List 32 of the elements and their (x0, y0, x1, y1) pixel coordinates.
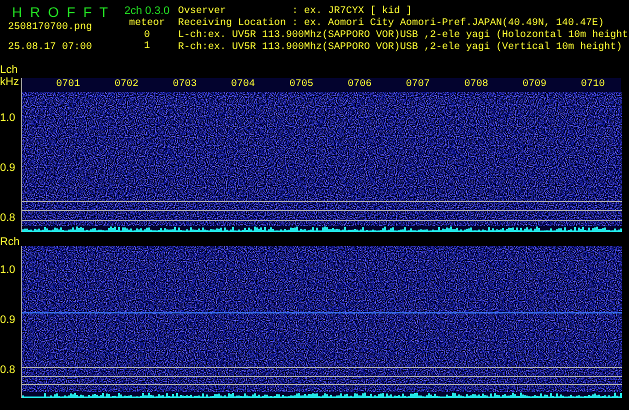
meteor-count: 0 (144, 30, 150, 41)
channel-info: L-ch:ex. UV5R 113.900Mhz(SAPPORO VOR)USB ,2-ele yagi (Holozontal 10m height (178, 30, 629, 42)
channel-label: Rch (0, 236, 21, 248)
time-label: 0708 (463, 78, 490, 92)
axis-tick-label: 1.0 (0, 112, 16, 124)
timestamp: 25.08.17 07:00 (7, 42, 92, 54)
version-label: 2ch 0.3.0 (124, 4, 170, 18)
app-title: H R O F F T (11, 4, 110, 20)
file-name: 2508170700.png (7, 22, 92, 34)
meteor-count: 1 (144, 41, 150, 52)
meteor-label: meteor (128, 18, 165, 30)
unit-label: kHz (0, 76, 20, 88)
time-label: 0702 (113, 78, 140, 92)
time-label: 0710 (580, 78, 606, 92)
time-label: 0706 (346, 78, 373, 92)
info-label: Receiving Location (178, 18, 288, 30)
time-label: 0709 (522, 78, 548, 92)
axis-tick-label: 1.0 (0, 264, 16, 276)
info-label: Ovserver (178, 6, 228, 18)
axis-tick-label: 0.9 (0, 162, 16, 174)
axis-tick-label: 0.8 (0, 212, 16, 224)
time-label: 0701 (55, 78, 82, 92)
info-value: : ex. Aomori City Aomori-Pref.JAPAN(40.49N, 140.47E) (292, 18, 604, 30)
channel-label: Lch (0, 64, 19, 76)
axis-tick-label: 0.9 (0, 314, 16, 326)
time-label: 0707 (404, 78, 431, 92)
time-label: 0705 (288, 78, 314, 92)
time-label: 0703 (172, 78, 198, 92)
axis-tick-label: 0.8 (0, 364, 16, 376)
info-value: : ex. JR7CYX [ kid ] (292, 6, 412, 18)
time-label: 0704 (230, 78, 256, 92)
channel-info: R-ch:ex. UV5R 113.900Mhz(SAPPORO VOR)USB ,2-ele yagi (Vertical 10m height) (178, 42, 624, 54)
